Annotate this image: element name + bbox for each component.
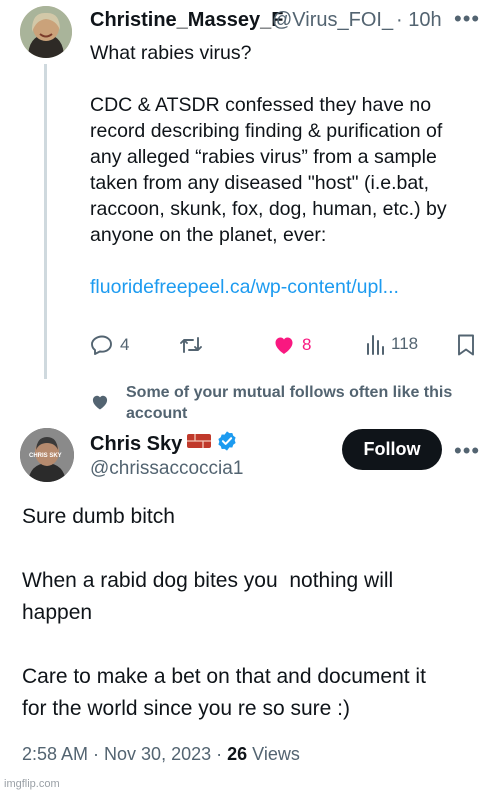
tweet1-line: CDC & ATSDR confessed they have no xyxy=(90,94,432,116)
reply-button[interactable]: 4 xyxy=(90,333,129,357)
tweet2-line: for the world since you re so sure :) xyxy=(22,697,350,720)
tweet2-line xyxy=(22,533,487,565)
tweet1-line: anyone on the planet, ever: xyxy=(90,224,327,246)
tweet1-more-icon[interactable]: ••• xyxy=(454,6,480,32)
like-button[interactable]: 8 xyxy=(272,333,311,357)
tweet2-author-name[interactable]: Chris Sky xyxy=(90,433,182,456)
imgflip-watermark: imgflip.com xyxy=(4,778,60,790)
heart-icon xyxy=(272,333,296,357)
tweet2-line xyxy=(22,629,487,661)
tweet1-text: What rabies virus? CDC & ATSDR confessed… xyxy=(90,40,485,300)
follow-button[interactable]: Follow xyxy=(342,429,442,470)
tweet1-timestamp[interactable]: · 10h xyxy=(396,9,442,32)
tweet2-author[interactable]: Chris Sky xyxy=(90,430,238,458)
reply-count: 4 xyxy=(120,335,130,354)
like-count: 8 xyxy=(302,335,312,354)
views-button[interactable]: 118 xyxy=(365,333,418,355)
tweet2-meta: 2:58 AM · Nov 30, 2023 · 26 Views xyxy=(22,744,300,765)
reply-icon xyxy=(90,333,114,357)
tweet1-line xyxy=(90,248,485,274)
tweet1-author-handle[interactable]: @Virus_FOI_L xyxy=(272,9,394,32)
avatar-chris-sky[interactable]: CHRIS SKY xyxy=(20,428,74,482)
views-icon xyxy=(365,333,385,355)
tweet2-timestamp[interactable]: 2:58 AM · Nov 30, 2023 · xyxy=(22,744,227,764)
heart-social-icon xyxy=(90,392,110,417)
avatar-overlay-text: CHRIS SKY xyxy=(29,453,62,459)
bookmark-button[interactable] xyxy=(456,333,476,357)
tweet1-time[interactable]: 10h xyxy=(408,9,441,31)
bookmark-icon xyxy=(456,333,476,357)
tweet2-text: Sure dumb bitch When a rabid dog bites y… xyxy=(22,501,487,725)
social-context-text: Some of your mutual follows often like t… xyxy=(126,384,453,422)
tweet2-line: When a rabid dog bites you nothing will xyxy=(22,569,394,592)
tweet2-author-handle[interactable]: @chrissaccoccia1 xyxy=(90,458,243,480)
tweet1-line xyxy=(90,66,485,92)
retweet-icon xyxy=(178,333,204,357)
tweet2-line: happen xyxy=(22,601,93,624)
tweet1-line: raccoon, skunk, fox, dog, human, etc.) b… xyxy=(90,198,447,220)
tweet2-more-icon[interactable]: ••• xyxy=(454,438,480,464)
tweet1-line: taken from any diseased "host" (i.e.bat, xyxy=(90,172,430,194)
avatar-christine[interactable] xyxy=(20,6,72,58)
brick-emoji-icon xyxy=(186,432,212,456)
tweet1-line: any alleged “rabies virus” from a sample xyxy=(90,146,437,168)
thread-connector-line xyxy=(44,64,47,379)
tweet1-author-name[interactable]: Christine_Massey_F xyxy=(90,9,283,32)
tweet2-view-count: 26 xyxy=(227,744,248,764)
separator-dot: · xyxy=(396,9,403,31)
tweet2-line: Care to make a bet on that and document … xyxy=(22,665,426,688)
tweet2-line: Sure dumb bitch xyxy=(22,505,175,528)
retweet-button[interactable] xyxy=(178,333,204,357)
tweet1-link[interactable]: fluoridefreepeel.ca/wp-content/upl... xyxy=(90,276,399,298)
tweet1-line: record describing finding & purification… xyxy=(90,120,443,142)
views-count: 118 xyxy=(391,334,419,353)
tweet2-views-label: Views xyxy=(247,744,300,764)
tweet1-line: What rabies virus? xyxy=(90,42,252,64)
verified-badge-icon[interactable] xyxy=(216,430,238,458)
